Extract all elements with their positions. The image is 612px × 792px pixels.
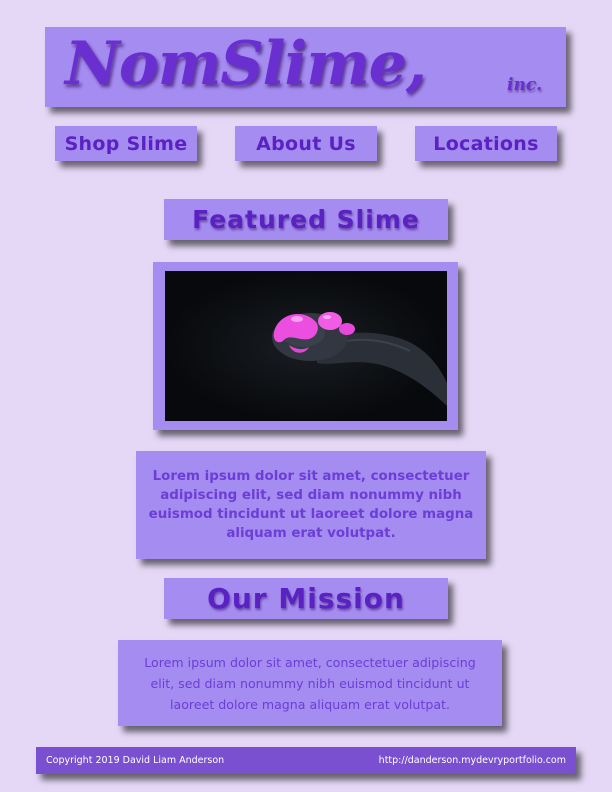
- footer-copyright: Copyright 2019 David Liam Anderson: [46, 755, 225, 766]
- logo-suffix: inc.: [507, 75, 543, 95]
- nav-shop-slime-button[interactable]: Shop Slime: [55, 126, 197, 161]
- mission-title: Our Mission: [164, 578, 448, 619]
- slime-hand-illustration: [165, 271, 447, 421]
- nav-locations-button[interactable]: Locations: [415, 126, 557, 161]
- footer-url-link[interactable]: http://danderson.mydevryportfolio.com: [379, 755, 566, 766]
- nav-about-us-button[interactable]: About Us: [235, 126, 377, 161]
- site-logo[interactable]: NomSlime,: [65, 29, 427, 99]
- featured-slime-image[interactable]: [165, 271, 447, 421]
- featured-image-frame: [153, 262, 458, 430]
- mission-description: Lorem ipsum dolor sit amet, consectetuer…: [118, 640, 502, 726]
- featured-description: Lorem ipsum dolor sit amet, consectetuer…: [136, 451, 486, 559]
- footer: Copyright 2019 David Liam Anderson http:…: [36, 747, 576, 774]
- featured-title: Featured Slime: [164, 199, 448, 240]
- header-banner: NomSlime, inc.: [45, 27, 566, 107]
